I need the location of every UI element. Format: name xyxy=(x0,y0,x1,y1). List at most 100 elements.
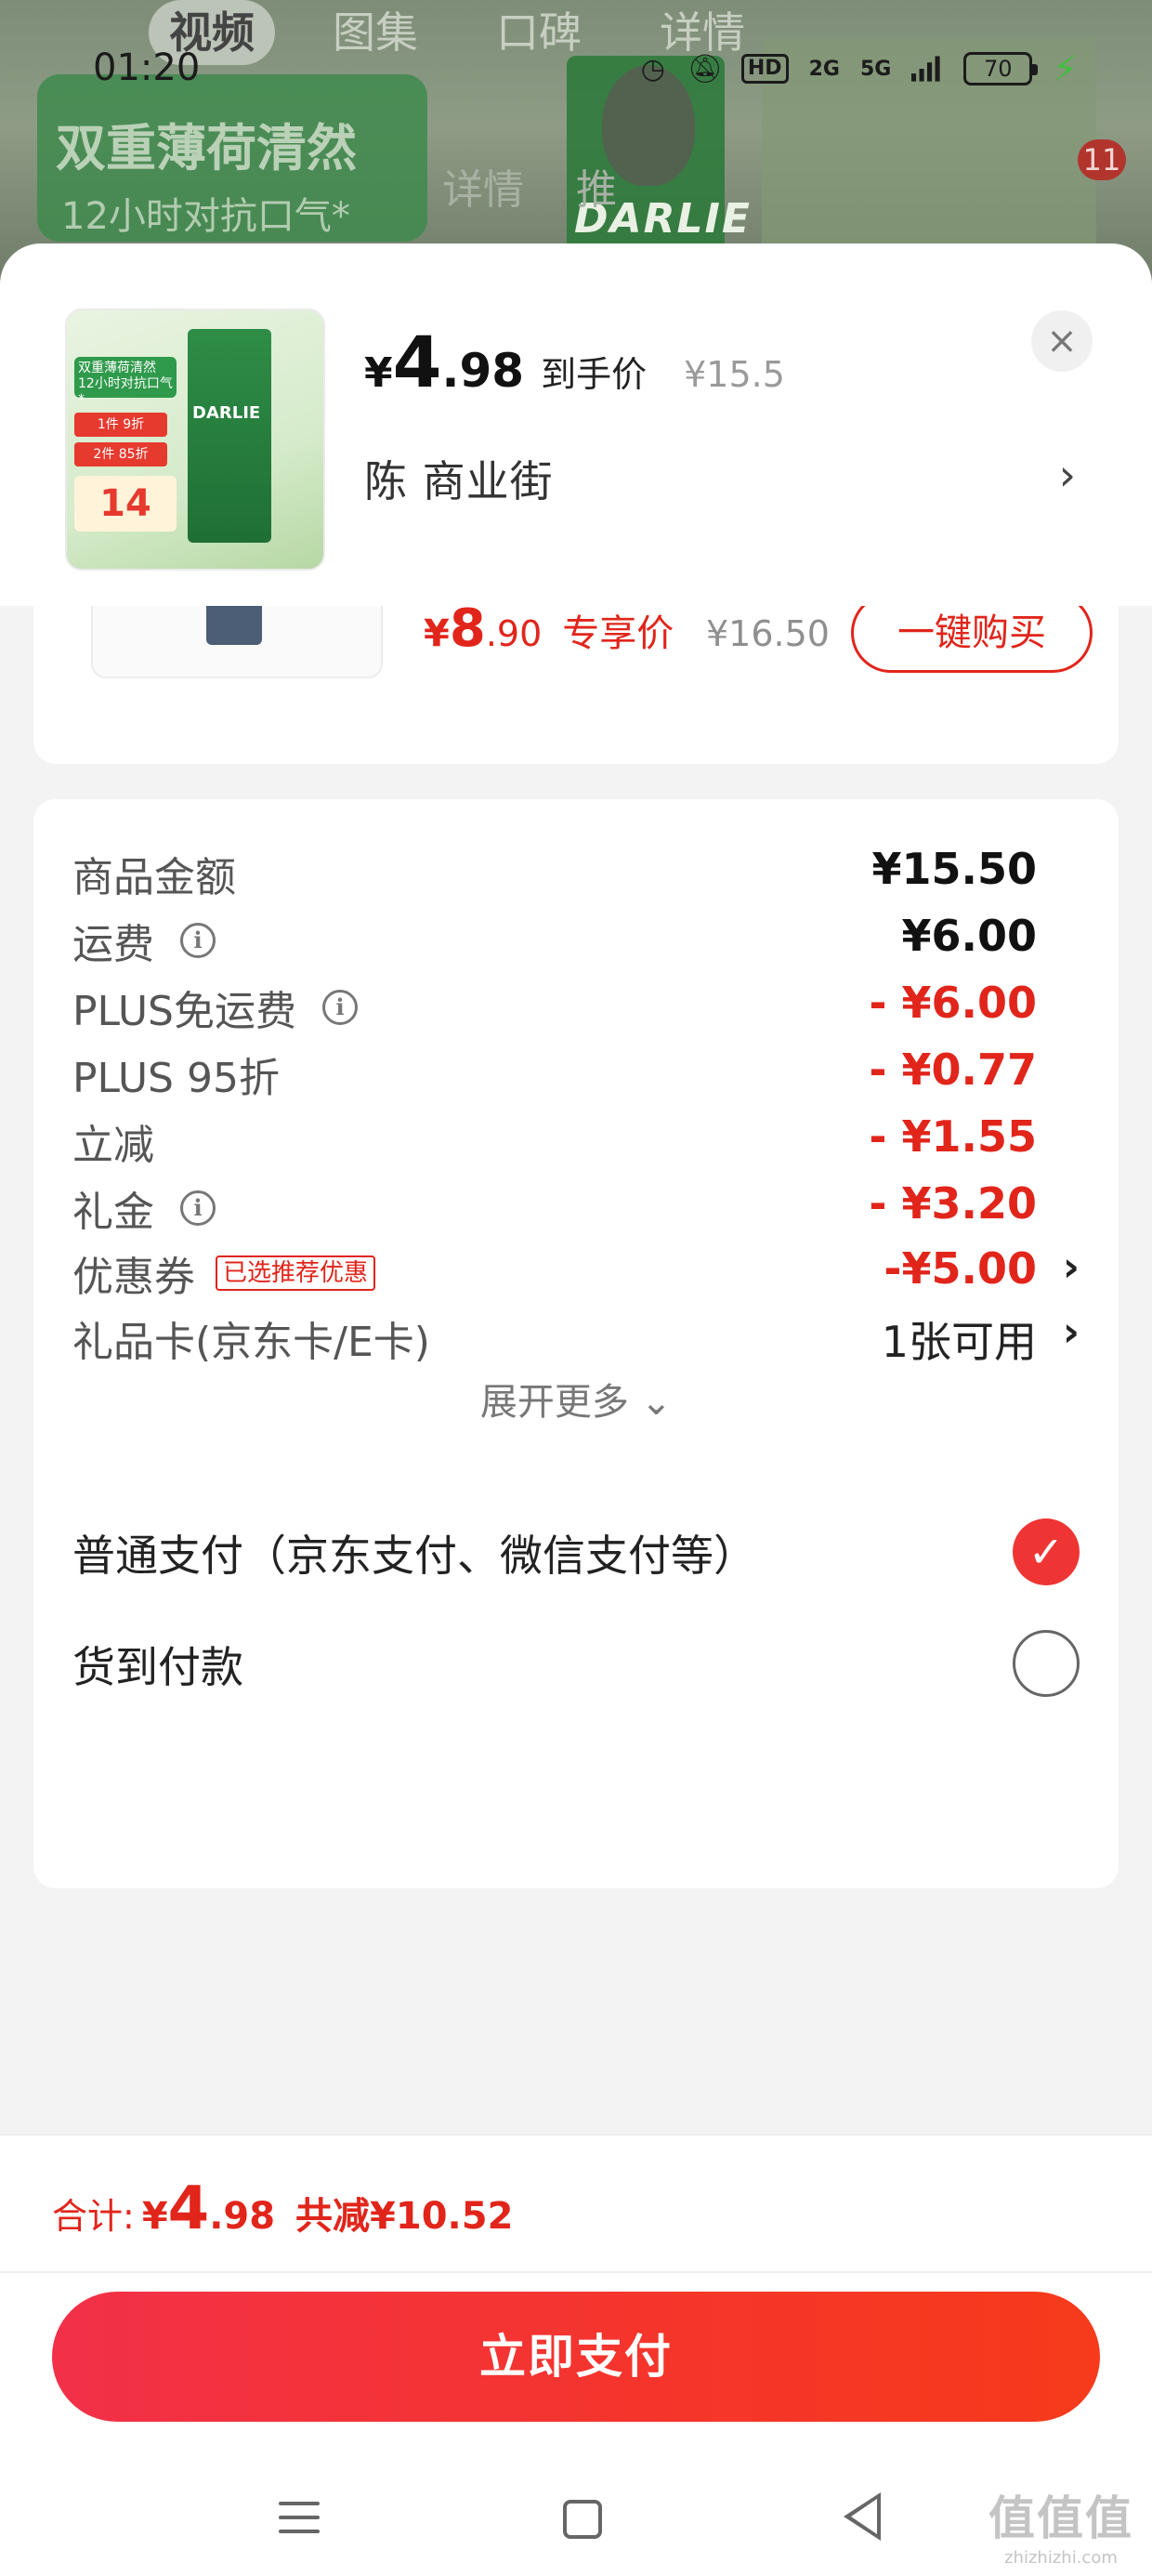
chevron-right-icon[interactable]: › xyxy=(1063,1243,1080,1291)
fee-value: -¥5.00 xyxy=(884,1243,1037,1294)
fee-row-gift-card[interactable]: 礼品卡(京东卡/E卡) 1张可用 › xyxy=(72,1299,1080,1373)
product-thumbnail[interactable]: 双重薄荷清然 12小时对抗口气* 1件 9折 2件 85折 14 DARLIE xyxy=(65,309,325,571)
chevron-right-icon[interactable]: › xyxy=(1059,450,1076,500)
payment-method-card: 普通支付（京东支付、微信支付等） ✓ 货到付款 xyxy=(33,1461,1119,1833)
fee-label-text: 商品金额 xyxy=(72,854,236,901)
watermark: 值值值 zhizhizhi.com xyxy=(988,2481,1133,2568)
final-price: ¥ 4 .98 到手价 ¥15.5 xyxy=(364,321,785,403)
radio-checked-icon[interactable]: ✓ xyxy=(1013,1518,1080,1585)
network-5g-label: 5G xyxy=(859,57,892,81)
chevron-right-icon[interactable]: › xyxy=(1063,1308,1080,1356)
system-nav-bar: 值值值 zhizhizhi.com xyxy=(0,2468,1152,2576)
fee-value: - ¥3.20 xyxy=(869,1178,1037,1229)
fee-label-text: 礼品卡(京东卡/E卡) xyxy=(72,1319,430,1366)
status-bar: 01:20 ◷ 🔕︎ HD 2G 5G 70 ⚡︎ xyxy=(0,37,1152,102)
watermark-text: zhizhizhi.com xyxy=(1004,2548,1118,2568)
fee-row-plus-discount: PLUS 95折 - ¥0.77 xyxy=(72,1035,1080,1110)
mute-bell-icon: 🔕︎ xyxy=(687,52,723,85)
charging-icon: ⚡︎ xyxy=(1053,48,1078,89)
menu-icon[interactable] xyxy=(279,2502,320,2539)
total-label: 合计: xyxy=(52,2196,135,2237)
bottom-bar: 合计: ¥ 4 .98 共减¥10.52 立即支付 值值值 zhizhizhi.… xyxy=(0,2134,1152,2576)
fee-label: 立减 xyxy=(72,1111,154,1171)
fee-label-text: PLUS 95折 xyxy=(72,1055,280,1102)
total-currency: ¥ xyxy=(141,2195,168,2238)
pay-now-button[interactable]: 立即支付 xyxy=(52,2292,1100,2422)
alarm-icon: ◷ xyxy=(640,52,665,85)
bg-cart-badge: 11 xyxy=(1078,139,1126,180)
back-icon[interactable] xyxy=(844,2492,881,2541)
total-summary: 合计: ¥ 4 .98 共减¥10.52 xyxy=(0,2134,1152,2273)
fee-label: PLUS 95折 xyxy=(72,1045,280,1104)
payment-option-label: 普通支付（京东支付、微信支付等） xyxy=(72,1531,756,1581)
battery-level: 70 xyxy=(984,56,1013,82)
coupon-recommended-tag: 已选推荐优惠 xyxy=(216,1255,376,1291)
info-icon[interactable]: i xyxy=(180,923,216,958)
fee-label-text: 礼金 xyxy=(72,1189,154,1236)
payment-option-cod[interactable]: 货到付款 xyxy=(72,1615,1080,1708)
total-amount: 合计: ¥ 4 .98 共减¥10.52 xyxy=(52,2175,513,2243)
fee-label: 礼金 i xyxy=(72,1178,216,1238)
network-2g-label: 2G xyxy=(808,57,840,81)
status-icons: ◷ 🔕︎ HD 2G 5G 70 ⚡︎ xyxy=(637,48,1078,89)
close-icon: × xyxy=(1046,320,1078,362)
fee-value: - ¥1.55 xyxy=(869,1111,1037,1162)
fee-label: 运费 i xyxy=(72,911,216,970)
total-integer: 4 xyxy=(167,2175,210,2243)
rec-price-currency: ¥ xyxy=(424,612,450,655)
thumb-brand: DARLIE xyxy=(192,403,261,423)
fee-label: PLUS免运费 i xyxy=(72,978,358,1037)
bg-banner-line1: 双重薄荷清然 xyxy=(56,119,357,177)
payment-option-label: 货到付款 xyxy=(72,1642,243,1692)
fee-value: - ¥6.00 xyxy=(869,978,1037,1028)
bg-banner-line2: 12小时对抗口气* xyxy=(61,195,350,238)
thumb-price-number: 14 xyxy=(74,476,177,532)
rec-original-price: ¥16.50 xyxy=(706,613,830,654)
price-currency: ¥ xyxy=(364,349,393,397)
bg-detail-label-2: 推 xyxy=(576,166,617,214)
rec-price-decimal: .90 xyxy=(485,613,543,654)
fee-label: 优惠券 已选推荐优惠 xyxy=(72,1243,376,1303)
fee-label: 礼品卡(京东卡/E卡) xyxy=(72,1308,430,1368)
address-line[interactable]: 陈 商业街 xyxy=(364,448,554,509)
rec-price-integer: 8 xyxy=(449,598,486,659)
fee-value: ¥6.00 xyxy=(901,911,1037,961)
home-icon[interactable] xyxy=(563,2500,602,2539)
fee-row-shipping: 运费 i ¥6.00 xyxy=(72,901,1080,976)
payment-option-normal[interactable]: 普通支付（京东支付、微信支付等） ✓ xyxy=(72,1504,1080,1597)
sheet-header: 双重薄荷清然 12小时对抗口气* 1件 9折 2件 85折 14 DARLIE … xyxy=(0,243,1152,606)
thumb-tagline: 双重薄荷清然 12小时对抗口气* xyxy=(74,357,177,407)
total-saved: 共减¥10.52 xyxy=(295,2195,514,2238)
fee-row-goods: 商品金额 ¥15.50 xyxy=(72,835,1080,909)
fee-value: ¥15.50 xyxy=(871,844,1037,894)
bg-detail-label: 详情 xyxy=(442,166,524,214)
radio-unchecked-icon[interactable] xyxy=(1013,1630,1080,1697)
clock: 01:20 xyxy=(93,46,201,89)
expand-more-button[interactable]: 展开更多 ⌄ xyxy=(33,1372,1119,1426)
battery-icon: 70 xyxy=(963,52,1039,85)
fee-label: 商品金额 xyxy=(72,844,236,903)
info-icon[interactable]: i xyxy=(180,1190,216,1226)
fee-label-text: 优惠券 xyxy=(72,1254,195,1301)
thumb-toothpaste-box xyxy=(188,329,271,543)
rec-price-label: 专享价 xyxy=(562,612,674,655)
thumb-discount-1: 1件 9折 xyxy=(74,413,167,437)
fee-row-plus-free-shipping: PLUS免运费 i - ¥6.00 xyxy=(72,968,1080,1043)
thumb-discount-2: 2件 85折 xyxy=(74,442,167,467)
fee-value: 1张可用 xyxy=(881,1317,1037,1367)
info-icon[interactable]: i xyxy=(322,990,358,1025)
price-integer: 4 xyxy=(392,321,442,403)
fee-row-instant-reduction: 立减 - ¥1.55 xyxy=(72,1102,1080,1176)
original-price: ¥15.5 xyxy=(684,354,785,395)
hd-icon: HD xyxy=(740,54,789,84)
signal-icon xyxy=(911,53,943,85)
price-label: 到手价 xyxy=(541,354,648,395)
rec-price: ¥ 8 .90 专享价 xyxy=(424,598,674,659)
price-decimal: .98 xyxy=(441,344,525,398)
fee-row-coupon[interactable]: 优惠券 已选推荐优惠 -¥5.00 › xyxy=(72,1234,1080,1308)
fee-label-text: 运费 xyxy=(72,921,154,968)
fee-label-text: PLUS免运费 xyxy=(72,988,296,1035)
fee-label-text: 立减 xyxy=(72,1122,154,1169)
total-decimal: .98 xyxy=(209,2195,276,2238)
close-button[interactable]: × xyxy=(1031,310,1093,372)
